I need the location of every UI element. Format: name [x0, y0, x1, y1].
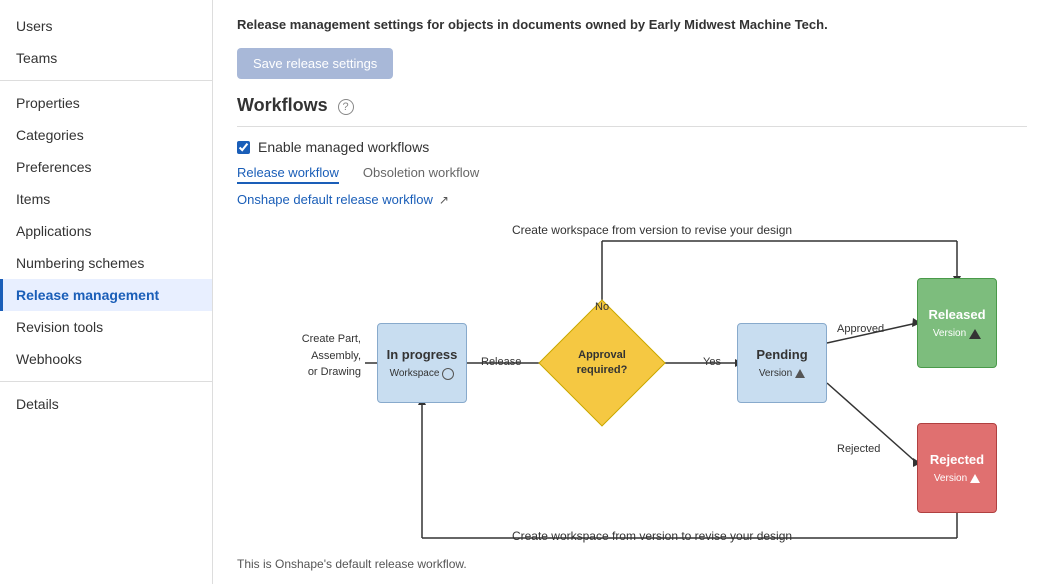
sidebar-item-applications[interactable]: Applications: [0, 215, 212, 247]
diagram-top-label: Create workspace from version to revise …: [297, 223, 1007, 237]
node-in-progress: In progress Workspace: [377, 323, 467, 403]
node-pending: Pending Version: [737, 323, 827, 403]
help-icon[interactable]: ?: [338, 99, 354, 115]
external-link-icon: ↗︎: [439, 193, 449, 207]
sidebar-item-release-management[interactable]: Release management: [0, 279, 212, 311]
save-release-settings-button[interactable]: Save release settings: [237, 48, 393, 79]
enable-workflows-label: Enable managed workflows: [258, 139, 429, 155]
node-approval-diamond: [538, 300, 665, 427]
sidebar-item-revision-tools[interactable]: Revision tools: [0, 311, 212, 343]
sidebar-item-details[interactable]: Details: [0, 388, 212, 420]
released-triangle-icon: [969, 329, 981, 339]
sidebar-divider-1: [0, 80, 212, 81]
workspace-circle-icon: [442, 368, 454, 380]
sidebar-item-categories[interactable]: Categories: [0, 119, 212, 151]
sidebar-item-items[interactable]: Items: [0, 183, 212, 215]
pending-triangle-icon: [795, 369, 805, 378]
workflow-diagram: Create workspace from version to revise …: [237, 223, 1017, 553]
enable-workflows-checkbox[interactable]: [237, 141, 250, 154]
sidebar-item-preferences[interactable]: Preferences: [0, 151, 212, 183]
sidebar-item-properties[interactable]: Properties: [0, 87, 212, 119]
description-text: Release management settings for objects …: [237, 16, 1027, 34]
workflow-tabs: Release workflow Obsoletion workflow: [237, 165, 1027, 184]
sidebar: Users Teams Properties Categories Prefer…: [0, 0, 213, 584]
workflow-link-label: Onshape default release workflow: [237, 192, 433, 207]
node-released: Released Version: [917, 278, 997, 368]
workflow-link-row: Onshape default release workflow ↗︎: [237, 192, 1027, 207]
release-edge-label: Release: [481, 356, 521, 368]
rejected-edge-label: Rejected: [837, 443, 880, 455]
create-label: Create Part, Assembly, or Drawing: [251, 331, 361, 381]
sidebar-divider-2: [0, 381, 212, 382]
sidebar-item-users[interactable]: Users: [0, 10, 212, 42]
no-label: No: [595, 301, 609, 313]
tab-obsoletion-workflow[interactable]: Obsoletion workflow: [363, 165, 479, 184]
sidebar-item-numbering-schemes[interactable]: Numbering schemes: [0, 247, 212, 279]
yes-label: Yes: [703, 356, 721, 368]
diagram-bottom-label: Create workspace from version to revise …: [297, 529, 1007, 543]
sidebar-item-webhooks[interactable]: Webhooks: [0, 343, 212, 375]
rejected-triangle-icon: [970, 474, 980, 483]
main-content: Release management settings for objects …: [213, 0, 1051, 584]
enable-workflows-row: Enable managed workflows: [237, 139, 1027, 155]
tab-release-workflow[interactable]: Release workflow: [237, 165, 339, 184]
sidebar-item-teams[interactable]: Teams: [0, 42, 212, 74]
workflows-title: Workflows: [237, 95, 328, 116]
workflows-header: Workflows ?: [237, 95, 1027, 116]
footer-note: This is Onshape's default release workfl…: [237, 557, 1027, 571]
section-divider: [237, 126, 1027, 127]
approved-edge-label: Approved: [837, 323, 884, 335]
node-rejected: Rejected Version: [917, 423, 997, 513]
